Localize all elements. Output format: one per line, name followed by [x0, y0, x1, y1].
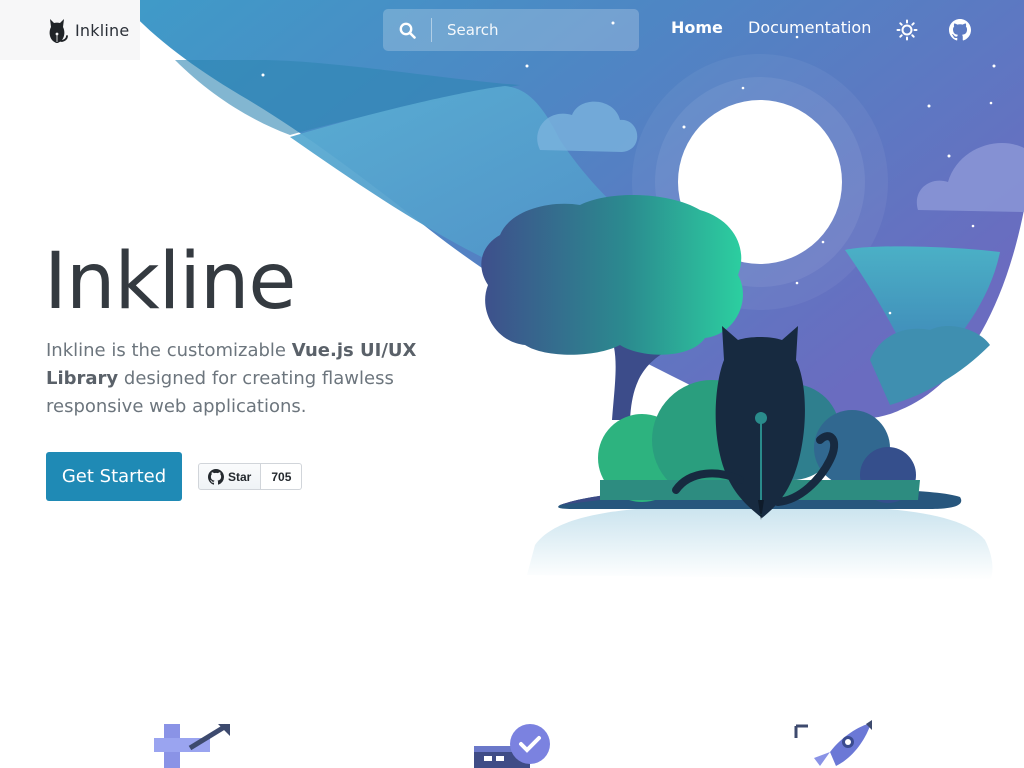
hero-description: Inkline is the customizable Vue.js UI/UX… [46, 337, 476, 421]
search-icon[interactable] [383, 9, 431, 51]
github-mini-icon [208, 468, 224, 485]
browser-check-icon [474, 724, 550, 768]
crop-tool-icon [154, 723, 230, 768]
github-star-label: Star [228, 469, 252, 484]
brand-link[interactable]: Inkline [44, 16, 129, 44]
rocket-icon [794, 720, 872, 766]
nav-documentation-link[interactable]: Documentation [748, 18, 871, 37]
get-started-button[interactable]: Get Started [46, 452, 182, 501]
nav-home-link[interactable]: Home [671, 18, 723, 37]
top-navbar: Inkline Home Documentation [0, 0, 1024, 60]
page: Inkline Home Documentation [0, 0, 1024, 768]
cat-logo-icon [49, 19, 68, 43]
search-input[interactable] [432, 21, 622, 39]
hero-description-pre: Inkline is the customizable [46, 340, 292, 361]
hero-title: Inkline [44, 237, 296, 327]
github-star-count[interactable]: 705 [261, 463, 303, 490]
github-star-button[interactable]: Star [198, 463, 262, 490]
brand-name: Inkline [75, 20, 130, 40]
github-icon[interactable] [948, 18, 972, 42]
github-star-widget: Star 705 [198, 463, 303, 490]
search-box[interactable] [383, 9, 639, 51]
sun-icon[interactable] [895, 18, 919, 42]
